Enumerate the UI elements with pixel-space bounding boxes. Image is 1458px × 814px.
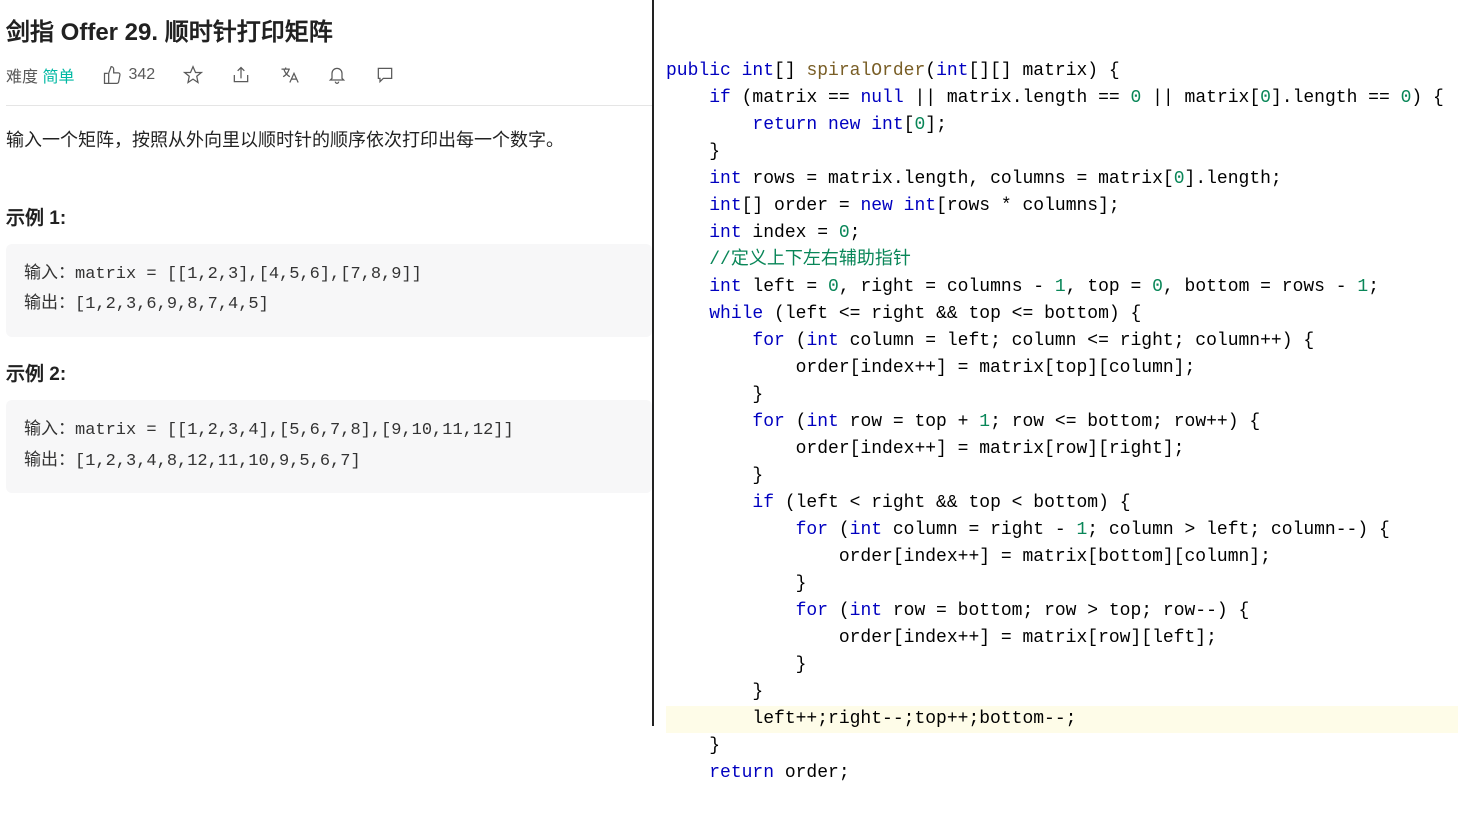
problem-description: 输入一个矩阵，按照从外向里以顺时针的顺序依次打印出每一个数字。 — [6, 126, 652, 155]
code-line: } — [666, 463, 1458, 490]
difficulty: 难度 简单 — [6, 63, 74, 87]
code-line: } — [666, 652, 1458, 679]
message-icon — [375, 65, 395, 85]
translate-icon — [279, 65, 299, 85]
example-heading: 示例 1: — [6, 203, 652, 230]
star-icon — [183, 65, 203, 85]
code-line: int[] order = new int[rows * columns]; — [666, 193, 1458, 220]
code-line: } — [666, 382, 1458, 409]
example-input: 输入：matrix = [[1,2,3],[4,5,6],[7,8,9]] — [24, 260, 634, 291]
example-output: 输出：[1,2,3,6,9,8,7,4,5] — [24, 290, 634, 321]
code-line: int rows = matrix.length, columns = matr… — [666, 166, 1458, 193]
bell-icon — [327, 65, 347, 85]
code-line: //定义上下左右辅助指针 — [666, 247, 1458, 274]
code-line: } — [666, 139, 1458, 166]
code-line: while (left <= right && top <= bottom) { — [666, 301, 1458, 328]
favorite-button[interactable] — [183, 65, 203, 85]
code-line: } — [666, 733, 1458, 760]
code-line: left++;right--;top++;bottom--; — [666, 706, 1458, 733]
code-line: if (matrix == null || matrix.length == 0… — [666, 85, 1458, 112]
like-button[interactable]: 342 — [102, 65, 155, 85]
problem-meta: 难度 简单 342 — [6, 63, 652, 87]
code-line: for (int row = bottom; row > top; row--)… — [666, 598, 1458, 625]
translate-button[interactable] — [279, 65, 299, 85]
code-line: int left = 0, right = columns - 1, top =… — [666, 274, 1458, 301]
code-content: public int[] spiralOrder(int[][] matrix)… — [666, 58, 1458, 787]
code-editor[interactable]: public int[] spiralOrder(int[][] matrix)… — [654, 0, 1458, 726]
share-icon — [231, 65, 251, 85]
code-line: if (left < right && top < bottom) { — [666, 490, 1458, 517]
code-line: order[index++] = matrix[row][right]; — [666, 436, 1458, 463]
code-line: public int[] spiralOrder(int[][] matrix)… — [666, 58, 1458, 85]
code-line: int index = 0; — [666, 220, 1458, 247]
code-line: return order; — [666, 760, 1458, 787]
code-line: for (int row = top + 1; row <= bottom; r… — [666, 409, 1458, 436]
likes-count: 342 — [128, 66, 155, 84]
divider — [6, 105, 652, 106]
code-line: order[index++] = matrix[top][column]; — [666, 355, 1458, 382]
code-line: for (int column = left; column <= right;… — [666, 328, 1458, 355]
problem-panel: 剑指 Offer 29. 顺时针打印矩阵 难度 简单 342 输入一个矩阵，按照… — [0, 0, 654, 726]
problem-title: 剑指 Offer 29. 顺时针打印矩阵 — [6, 12, 652, 47]
code-line: for (int column = right - 1; column > le… — [666, 517, 1458, 544]
example-input: 输入：matrix = [[1,2,3,4],[5,6,7,8],[9,10,1… — [24, 416, 634, 447]
code-line: } — [666, 571, 1458, 598]
example-box: 输入：matrix = [[1,2,3,4],[5,6,7,8],[9,10,1… — [6, 400, 652, 493]
code-line: return new int[0]; — [666, 112, 1458, 139]
examples-container: 示例 1: 输入：matrix = [[1,2,3],[4,5,6],[7,8,9… — [6, 203, 652, 493]
code-line: } — [666, 679, 1458, 706]
difficulty-label: 难度 — [6, 69, 38, 86]
feedback-button[interactable] — [375, 65, 395, 85]
example-output: 输出：[1,2,3,4,8,12,11,10,9,5,6,7] — [24, 447, 634, 478]
notification-button[interactable] — [327, 65, 347, 85]
example-box: 输入：matrix = [[1,2,3],[4,5,6],[7,8,9]]输出：… — [6, 244, 652, 337]
thumbs-up-icon — [102, 65, 122, 85]
code-line: order[index++] = matrix[row][left]; — [666, 625, 1458, 652]
example-heading: 示例 2: — [6, 359, 652, 386]
code-line: order[index++] = matrix[bottom][column]; — [666, 544, 1458, 571]
share-button[interactable] — [231, 65, 251, 85]
difficulty-value: 简单 — [42, 69, 74, 86]
